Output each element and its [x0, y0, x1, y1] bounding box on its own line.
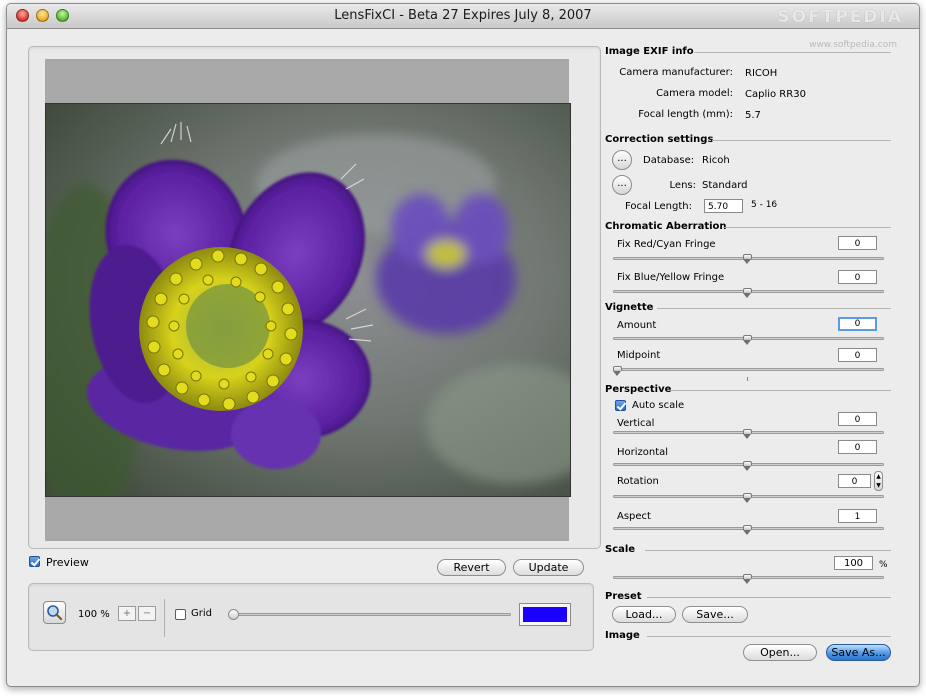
vertical-input[interactable]: 0	[838, 412, 877, 426]
focal-length-range: 5 - 16	[751, 200, 778, 210]
midpoint-input[interactable]: 0	[838, 348, 877, 362]
preset-rule	[647, 597, 891, 598]
manufacturer-label: Camera manufacturer:	[619, 67, 733, 78]
preset-header: Preset	[605, 591, 642, 602]
preview-image	[45, 103, 571, 497]
exif-header: Image EXIF info	[605, 46, 694, 57]
midpoint-label: Midpoint	[617, 350, 661, 361]
softpedia-url-watermark: www.softpedia.com	[809, 40, 897, 50]
flower-photo	[46, 104, 570, 496]
manufacturer-value: RICOH	[745, 68, 778, 79]
preview-label: Preview	[46, 556, 89, 569]
lens-browse-button[interactable]: ...	[612, 175, 632, 195]
midpoint-slider-track[interactable]	[613, 368, 884, 371]
image-rule	[647, 636, 891, 637]
zoom-in-button[interactable]: +	[118, 606, 136, 621]
revert-button[interactable]: Revert	[437, 559, 506, 576]
toolbar-panel	[28, 583, 594, 651]
aspect-slider-thumb[interactable]	[743, 525, 752, 535]
amount-slider-thumb[interactable]	[743, 335, 752, 345]
grid-label: Grid	[191, 608, 212, 619]
database-label: Database:	[643, 155, 695, 166]
grid-color-well[interactable]	[519, 603, 571, 626]
red-cyan-slider-thumb[interactable]	[743, 254, 752, 264]
app-window: LensFixCI - Beta 27 Expires July 8, 2007…	[6, 3, 920, 687]
toolbar-divider	[164, 599, 165, 637]
scale-header: Scale	[605, 544, 636, 555]
focal-length-label: Focal Length:	[625, 201, 692, 212]
vertical-slider-thumb[interactable]	[743, 429, 752, 439]
midpoint-slider-thumb[interactable]	[613, 366, 622, 376]
focal-length-input[interactable]: 5.70	[704, 199, 743, 213]
chromatic-rule	[723, 227, 891, 228]
stepper-up-icon[interactable]: ▲	[875, 472, 882, 481]
exif-rule	[694, 52, 891, 53]
focal-label: Focal length (mm):	[638, 109, 733, 120]
image-header: Image	[605, 630, 640, 641]
scale-slider-thumb[interactable]	[743, 574, 752, 584]
blue-yellow-slider-thumb[interactable]	[743, 288, 752, 298]
zoom-magnifier-button[interactable]	[43, 601, 66, 624]
update-button[interactable]: Update	[513, 559, 584, 576]
model-label: Camera model:	[656, 88, 733, 99]
preset-save-button[interactable]: Save...	[682, 606, 748, 623]
blue-yellow-input[interactable]: 0	[838, 270, 877, 284]
chromatic-header: Chromatic Aberration	[605, 221, 727, 232]
correction-header: Correction settings	[605, 134, 714, 145]
zoom-out-button[interactable]: −	[138, 606, 156, 621]
rotation-slider-thumb[interactable]	[743, 493, 752, 503]
red-cyan-label: Fix Red/Cyan Fringe	[617, 239, 716, 250]
open-button[interactable]: Open...	[743, 644, 817, 661]
magnifier-icon	[47, 605, 63, 621]
grid-slider-knob[interactable]	[228, 609, 239, 620]
preview-checkbox[interactable]	[29, 556, 40, 567]
vignette-rule	[657, 308, 891, 309]
auto-scale-checkbox[interactable]	[615, 400, 626, 411]
database-browse-button[interactable]: ...	[612, 150, 632, 170]
preset-load-button[interactable]: Load...	[612, 606, 676, 623]
amount-input[interactable]: 0	[838, 317, 877, 331]
aspect-label: Aspect	[617, 511, 651, 522]
scale-unit: %	[879, 560, 888, 570]
grid-color-swatch	[523, 607, 567, 622]
softpedia-watermark: SOFTPEDIA	[777, 7, 903, 27]
save-as-button[interactable]: Save As...	[826, 644, 891, 661]
horizontal-label: Horizontal	[617, 447, 669, 458]
vignette-header: Vignette	[605, 302, 654, 313]
stepper-down-icon[interactable]: ▼	[875, 481, 882, 490]
rotation-input[interactable]: 0	[838, 474, 871, 488]
scale-rule	[645, 550, 891, 551]
correction-rule	[712, 140, 891, 141]
zoom-level: 100 %	[78, 609, 110, 620]
focal-value: 5.7	[745, 110, 761, 121]
grid-slider-track[interactable]	[229, 613, 511, 616]
perspective-header: Perspective	[605, 384, 672, 395]
rotation-label: Rotation	[617, 476, 659, 487]
lens-value: Standard	[702, 180, 748, 191]
lens-label: Lens:	[669, 180, 696, 191]
title-bar[interactable]: LensFixCI - Beta 27 Expires July 8, 2007…	[7, 4, 919, 29]
red-cyan-input[interactable]: 0	[838, 236, 877, 250]
horizontal-input[interactable]: 0	[838, 440, 877, 454]
rotation-stepper[interactable]: ▲ ▼	[874, 471, 883, 491]
midpoint-center-tick	[747, 377, 748, 381]
horizontal-slider-thumb[interactable]	[743, 461, 752, 471]
amount-label: Amount	[617, 320, 657, 331]
aspect-input[interactable]: 1	[838, 509, 877, 523]
blue-yellow-label: Fix Blue/Yellow Fringe	[617, 272, 725, 283]
scale-input[interactable]: 100	[834, 556, 873, 570]
perspective-rule	[671, 390, 891, 391]
auto-scale-label: Auto scale	[632, 400, 685, 411]
grid-checkbox[interactable]	[175, 609, 186, 620]
database-value: Ricoh	[702, 155, 730, 166]
vertical-label: Vertical	[617, 418, 655, 429]
model-value: Caplio RR30	[745, 89, 806, 100]
